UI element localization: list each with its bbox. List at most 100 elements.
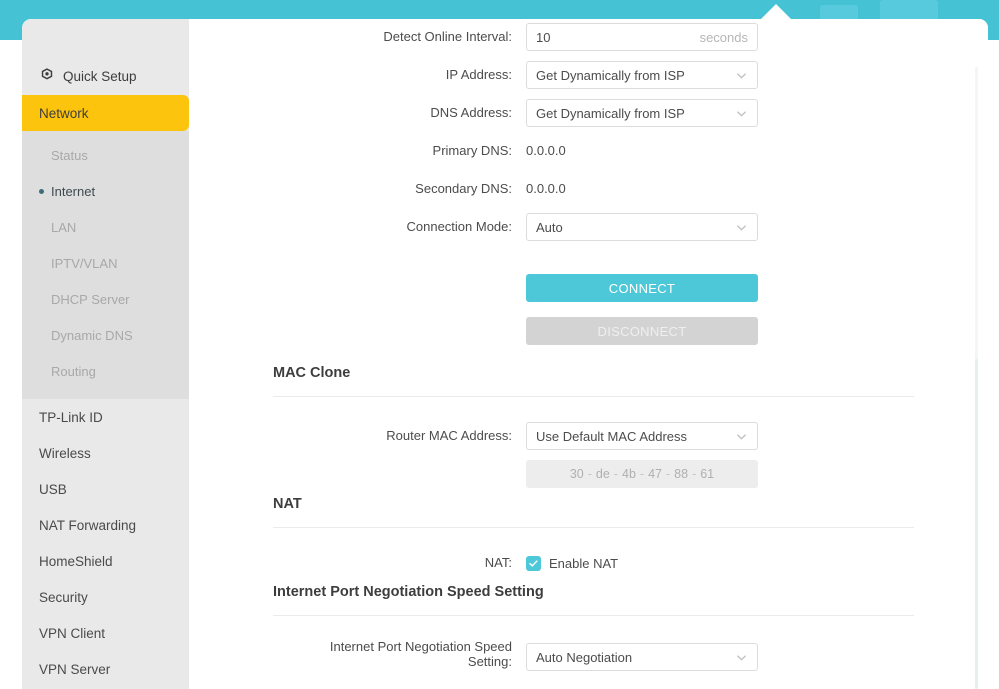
sidebar: Quick Setup Network Status Internet LAN … [22,19,189,689]
port-negotiation-speed-select[interactable]: Auto Negotiation [526,643,758,671]
sidebar-subitem-routing[interactable]: Routing [22,353,189,389]
mac-separator: - [692,467,697,481]
sidebar-item-tp-link-id[interactable]: TP-Link ID [22,399,189,435]
row-primary-dns: Primary DNS: 0.0.0.0 [189,133,988,169]
mac-octet-6: 61 [700,467,715,481]
mac-separator: - [613,467,618,481]
sidebar-item-usb[interactable]: USB [22,471,189,507]
sidebar-item-vpn-client[interactable]: VPN Client [22,615,189,651]
secondary-dns-value: 0.0.0.0 [526,181,566,196]
sidebar-item-quick-setup[interactable]: Quick Setup [22,57,189,95]
sidebar-subitem-status[interactable]: Status [22,137,189,173]
nat-section-title: NAT [273,496,302,512]
row-connection-mode: Connection Mode: Auto [189,209,988,245]
mac-separator: - [587,467,592,481]
sidebar-item-wireless[interactable]: Wireless [22,435,189,471]
sidebar-subitem-label: Status [51,147,88,163]
sidebar-item-vpn-server[interactable]: VPN Server [22,651,189,687]
sidebar-subitem-dhcp-server[interactable]: DHCP Server [22,281,189,317]
nat-field: Enable NAT [526,555,618,571]
scrollbar-thumb[interactable] [975,359,978,689]
port-negotiation-speed-value: Auto Negotiation [536,649,633,665]
sidebar-item-label: VPN Server [39,661,111,677]
disconnect-button: DISCONNECT [526,317,758,345]
port-negotiation-label-line2: Setting: [467,654,512,669]
sidebar-subitem-lan[interactable]: LAN [22,209,189,245]
enable-nat-checkbox[interactable] [526,555,541,571]
row-port-negotiation-speed: Internet Port Negotiation Speed Setting:… [189,637,988,677]
mac-separator: - [639,467,645,481]
router-admin-page: Quick Setup Network Status Internet LAN … [0,0,999,689]
connect-button-wrap: CONNECT [526,274,758,302]
dns-address-field: Get Dynamically from ISP [526,99,758,127]
sidebar-item-label: HomeShield [39,553,113,569]
sidebar-item-label: Network [39,105,89,121]
sidebar-item-label: Wireless [39,445,91,461]
chevron-down-icon [735,107,748,120]
primary-dns-value: 0.0.0.0 [526,143,566,158]
port-negotiation-label-line1: Internet Port Negotiation Speed [329,639,512,654]
mac-separator: - [665,467,671,481]
detect-online-interval-unit: seconds [699,29,748,45]
chevron-down-icon [735,651,748,664]
mac-clone-section-title: MAC Clone [273,365,351,381]
connection-mode-select[interactable]: Auto [526,213,758,241]
dns-address-select[interactable]: Get Dynamically from ISP [526,99,758,127]
gear-icon [39,68,55,84]
mac-octet-3: 4b [622,467,636,481]
connection-mode-label: Connection Mode: [406,219,512,234]
mac-octet-1: 30 [569,467,584,481]
sidebar-item-nat-forwarding[interactable]: NAT Forwarding [22,507,189,543]
sidebar-subitem-internet[interactable]: Internet [22,173,189,209]
sidebar-subitem-label: Internet [51,183,96,199]
chevron-down-icon [735,69,748,82]
sidebar-item-security[interactable]: Security [22,579,189,615]
row-router-mac-address: Router MAC Address: Use Default MAC Addr… [189,418,988,454]
sidebar-item-label: NAT Forwarding [39,517,137,533]
sidebar-submenu-network: Status Internet LAN IPTV/VLAN DHCP Serve… [22,131,189,399]
mac-octet-2: de [595,467,610,481]
port-negotiation-speed-field: Auto Negotiation [526,643,758,671]
router-mac-address-select[interactable]: Use Default MAC Address [526,422,758,450]
card-pointer-triangle [760,4,792,20]
sidebar-item-network[interactable]: Network [22,95,189,131]
port-negotiation-section-title: Internet Port Negotiation Speed Setting [273,584,544,600]
mac-octet-5: 88 [674,467,689,481]
dns-address-label: DNS Address: [430,105,512,120]
sidebar-lower-nav: TP-Link ID Wireless USB NAT Forwarding H… [22,399,189,687]
secondary-dns-label: Secondary DNS: [415,181,512,196]
ip-address-select[interactable]: Get Dynamically from ISP [526,61,758,89]
nat-divider [273,527,914,528]
sidebar-subitem-label: DHCP Server [51,291,130,307]
secondary-dns-field: 0.0.0.0 [526,175,566,203]
main-content: Detect Online Interval: 10 seconds IP Ad… [189,19,988,689]
sidebar-item-homeshield[interactable]: HomeShield [22,543,189,579]
sidebar-item-label: VPN Client [39,625,106,641]
row-nat-enable: NAT: Enable NAT [189,547,988,579]
mac-clone-divider [273,396,914,397]
selected-bullet-icon [39,188,44,194]
content-card: Quick Setup Network Status Internet LAN … [22,19,988,689]
chevron-down-icon [735,430,748,443]
sidebar-subitem-label: Routing [51,363,96,379]
row-ip-address: IP Address: Get Dynamically from ISP [189,57,988,93]
mac-octets-wrap: 30 - de - 4b - 47 - 88 - 61 [526,460,758,488]
nat-checkbox-row: Enable NAT [526,555,618,571]
chevron-down-icon [735,221,748,234]
connection-mode-field: Auto [526,213,758,241]
sidebar-subitem-label: LAN [51,219,77,235]
port-negotiation-divider [273,615,914,616]
sidebar-subitem-dynamic-dns[interactable]: Dynamic DNS [22,317,189,353]
disconnect-button-wrap: DISCONNECT [526,317,758,345]
row-dns-address: DNS Address: Get Dynamically from ISP [189,95,988,131]
ip-address-label: IP Address: [445,67,512,82]
sidebar-item-label: USB [39,481,67,497]
primary-dns-field: 0.0.0.0 [526,137,566,165]
connection-mode-value: Auto [536,219,563,235]
connect-button[interactable]: CONNECT [526,274,758,302]
sidebar-subitem-label: Dynamic DNS [51,327,133,343]
router-mac-address-label: Router MAC Address: [386,428,512,443]
sidebar-subitem-iptv-vlan[interactable]: IPTV/VLAN [22,245,189,281]
detect-online-interval-input[interactable]: 10 seconds [526,23,758,51]
dns-address-value: Get Dynamically from ISP [536,105,685,121]
